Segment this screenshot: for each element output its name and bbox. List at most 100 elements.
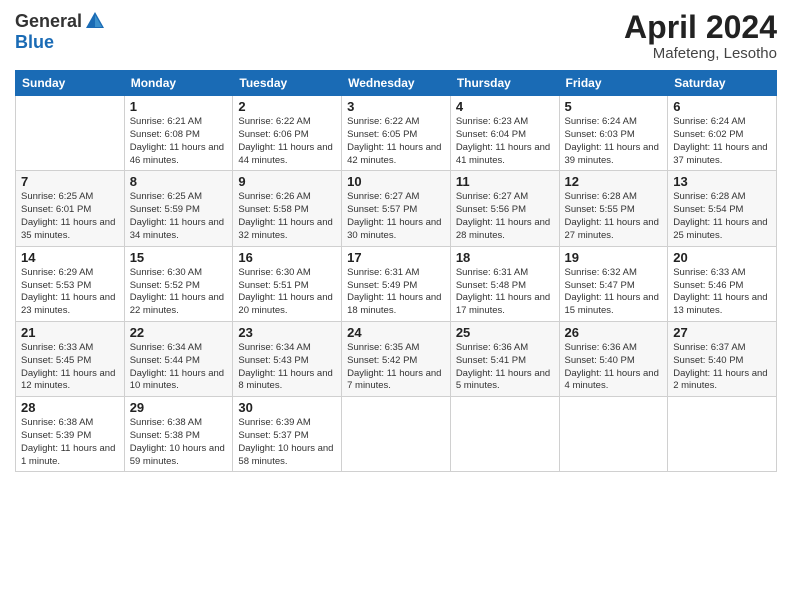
calendar-week-row: 14 Sunrise: 6:29 AMSunset: 5:53 PMDayligh… (16, 246, 777, 321)
calendar-cell: 18 Sunrise: 6:31 AMSunset: 5:48 PMDayligh… (450, 246, 559, 321)
calendar-cell: 30 Sunrise: 6:39 AMSunset: 5:37 PMDayligh… (233, 397, 342, 472)
cell-content: Sunrise: 6:21 AMSunset: 6:08 PMDaylight:… (130, 116, 228, 167)
day-number: 12 (565, 174, 663, 189)
day-number: 8 (130, 174, 228, 189)
calendar-cell: 16 Sunrise: 6:30 AMSunset: 5:51 PMDayligh… (233, 246, 342, 321)
cell-content: Sunrise: 6:28 AMSunset: 5:54 PMDaylight:… (673, 191, 771, 242)
calendar-cell (668, 397, 777, 472)
calendar-cell: 12 Sunrise: 6:28 AMSunset: 5:55 PMDayligh… (559, 171, 668, 246)
day-number: 30 (238, 400, 336, 415)
logo-general-text: General (15, 11, 82, 32)
cell-content: Sunrise: 6:36 AMSunset: 5:41 PMDaylight:… (456, 342, 554, 393)
calendar-table: SundayMondayTuesdayWednesdayThursdayFrid… (15, 70, 777, 472)
calendar-cell: 4 Sunrise: 6:23 AMSunset: 6:04 PMDaylight… (450, 96, 559, 171)
weekday-header-wednesday: Wednesday (342, 71, 451, 96)
logo: General Blue (15, 10, 106, 53)
cell-content: Sunrise: 6:30 AMSunset: 5:51 PMDaylight:… (238, 267, 336, 318)
calendar-cell: 5Sunrise: 6:24 AMSunset: 6:03 PMDaylight… (559, 96, 668, 171)
weekday-header-monday: Monday (124, 71, 233, 96)
day-number: 16 (238, 250, 336, 265)
day-number: 9 (238, 174, 336, 189)
day-number: 11 (456, 174, 554, 189)
weekday-header-saturday: Saturday (668, 71, 777, 96)
day-number: 26 (565, 325, 663, 340)
calendar-cell: 27 Sunrise: 6:37 AMSunset: 5:40 PMDayligh… (668, 321, 777, 396)
calendar-cell: 28Sunrise: 6:38 AMSunset: 5:39 PMDayligh… (16, 397, 125, 472)
cell-content: Sunrise: 6:29 AMSunset: 5:53 PMDaylight:… (21, 267, 119, 318)
cell-content: Sunrise: 6:23 AMSunset: 6:04 PMDaylight:… (456, 116, 554, 167)
cell-content: Sunrise: 6:26 AMSunset: 5:58 PMDaylight:… (238, 191, 336, 242)
calendar-week-row: 21Sunrise: 6:33 AMSunset: 5:45 PMDayligh… (16, 321, 777, 396)
day-number: 21 (21, 325, 119, 340)
day-number: 23 (238, 325, 336, 340)
day-number: 19 (565, 250, 663, 265)
calendar-cell: 7 Sunrise: 6:25 AMSunset: 6:01 PMDaylight… (16, 171, 125, 246)
logo-blue-text: Blue (15, 32, 54, 53)
calendar-cell: 24Sunrise: 6:35 AMSunset: 5:42 PMDayligh… (342, 321, 451, 396)
calendar-cell: 17 Sunrise: 6:31 AMSunset: 5:49 PMDayligh… (342, 246, 451, 321)
weekday-header-row: SundayMondayTuesdayWednesdayThursdayFrid… (16, 71, 777, 96)
day-number: 17 (347, 250, 445, 265)
weekday-header-friday: Friday (559, 71, 668, 96)
weekday-header-thursday: Thursday (450, 71, 559, 96)
day-number: 15 (130, 250, 228, 265)
cell-content: Sunrise: 6:38 AMSunset: 5:39 PMDaylight:… (21, 417, 119, 468)
calendar-cell: 11 Sunrise: 6:27 AMSunset: 5:56 PMDayligh… (450, 171, 559, 246)
calendar-cell: 10 Sunrise: 6:27 AMSunset: 5:57 PMDayligh… (342, 171, 451, 246)
day-number: 6 (673, 99, 771, 114)
calendar-cell: 3Sunrise: 6:22 AMSunset: 6:05 PMDaylight… (342, 96, 451, 171)
day-number: 29 (130, 400, 228, 415)
location-subtitle: Mafeteng, Lesotho (624, 45, 777, 62)
day-number: 27 (673, 325, 771, 340)
page: General Blue April 2024 Mafeteng, Lesoth… (0, 0, 792, 612)
cell-content: Sunrise: 6:34 AMSunset: 5:43 PMDaylight:… (238, 342, 336, 393)
day-number: 22 (130, 325, 228, 340)
calendar-cell: 21Sunrise: 6:33 AMSunset: 5:45 PMDayligh… (16, 321, 125, 396)
calendar-cell: 26 Sunrise: 6:36 AMSunset: 5:40 PMDayligh… (559, 321, 668, 396)
cell-content: Sunrise: 6:39 AMSunset: 5:37 PMDaylight:… (238, 417, 336, 468)
day-number: 7 (21, 174, 119, 189)
cell-content: Sunrise: 6:27 AMSunset: 5:57 PMDaylight:… (347, 191, 445, 242)
day-number: 4 (456, 99, 554, 114)
day-number: 18 (456, 250, 554, 265)
cell-content: Sunrise: 6:25 AMSunset: 5:59 PMDaylight:… (130, 191, 228, 242)
cell-content: Sunrise: 6:27 AMSunset: 5:56 PMDaylight:… (456, 191, 554, 242)
calendar-cell: 8 Sunrise: 6:25 AMSunset: 5:59 PMDaylight… (124, 171, 233, 246)
day-number: 5 (565, 99, 663, 114)
calendar-cell: 22 Sunrise: 6:34 AMSunset: 5:44 PMDayligh… (124, 321, 233, 396)
cell-content: Sunrise: 6:25 AMSunset: 6:01 PMDaylight:… (21, 191, 119, 242)
calendar-cell: 2 Sunrise: 6:22 AMSunset: 6:06 PMDaylight… (233, 96, 342, 171)
calendar-cell: 13 Sunrise: 6:28 AMSunset: 5:54 PMDayligh… (668, 171, 777, 246)
calendar-week-row: 7 Sunrise: 6:25 AMSunset: 6:01 PMDaylight… (16, 171, 777, 246)
cell-content: Sunrise: 6:31 AMSunset: 5:48 PMDaylight:… (456, 267, 554, 318)
weekday-header-sunday: Sunday (16, 71, 125, 96)
cell-content: Sunrise: 6:28 AMSunset: 5:55 PMDaylight:… (565, 191, 663, 242)
day-number: 10 (347, 174, 445, 189)
weekday-header-tuesday: Tuesday (233, 71, 342, 96)
calendar-cell: 29Sunrise: 6:38 AMSunset: 5:38 PMDayligh… (124, 397, 233, 472)
calendar-cell: 1 Sunrise: 6:21 AMSunset: 6:08 PMDaylight… (124, 96, 233, 171)
day-number: 1 (130, 99, 228, 114)
day-number: 25 (456, 325, 554, 340)
day-number: 24 (347, 325, 445, 340)
cell-content: Sunrise: 6:31 AMSunset: 5:49 PMDaylight:… (347, 267, 445, 318)
header: General Blue April 2024 Mafeteng, Lesoth… (15, 10, 777, 62)
cell-content: Sunrise: 6:24 AMSunset: 6:02 PMDaylight:… (673, 116, 771, 167)
day-number: 20 (673, 250, 771, 265)
logo-icon (84, 10, 106, 32)
calendar-cell (559, 397, 668, 472)
day-number: 13 (673, 174, 771, 189)
cell-content: Sunrise: 6:34 AMSunset: 5:44 PMDaylight:… (130, 342, 228, 393)
cell-content: Sunrise: 6:37 AMSunset: 5:40 PMDaylight:… (673, 342, 771, 393)
day-number: 2 (238, 99, 336, 114)
calendar-cell: 14 Sunrise: 6:29 AMSunset: 5:53 PMDayligh… (16, 246, 125, 321)
calendar-cell: 19Sunrise: 6:32 AMSunset: 5:47 PMDayligh… (559, 246, 668, 321)
day-number: 14 (21, 250, 119, 265)
cell-content: Sunrise: 6:30 AMSunset: 5:52 PMDaylight:… (130, 267, 228, 318)
cell-content: Sunrise: 6:36 AMSunset: 5:40 PMDaylight:… (565, 342, 663, 393)
calendar-cell: 20 Sunrise: 6:33 AMSunset: 5:46 PMDayligh… (668, 246, 777, 321)
title-block: April 2024 Mafeteng, Lesotho (624, 10, 777, 62)
cell-content: Sunrise: 6:22 AMSunset: 6:06 PMDaylight:… (238, 116, 336, 167)
calendar-cell: 9 Sunrise: 6:26 AMSunset: 5:58 PMDaylight… (233, 171, 342, 246)
cell-content: Sunrise: 6:33 AMSunset: 5:46 PMDaylight:… (673, 267, 771, 318)
